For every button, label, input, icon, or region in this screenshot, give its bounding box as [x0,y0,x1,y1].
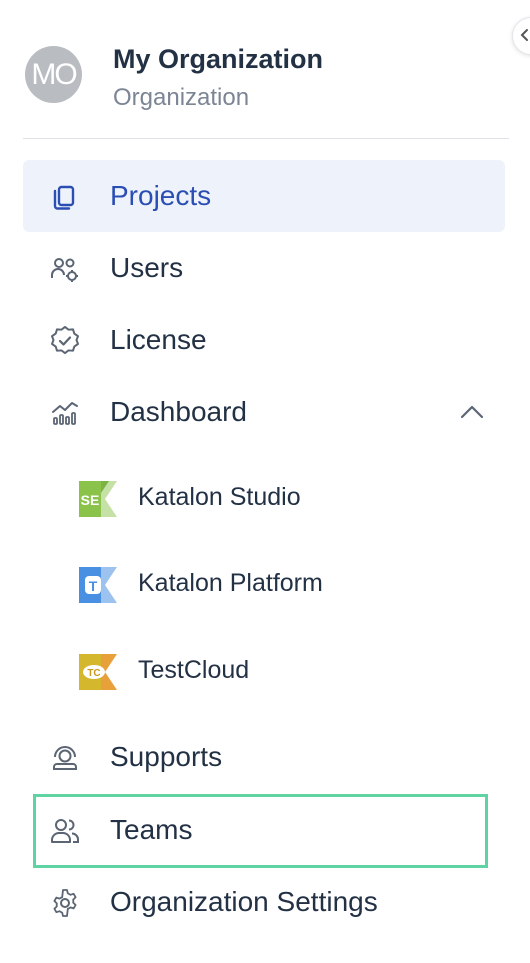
sidebar-item-organization-settings[interactable]: Organization Settings [23,866,505,938]
katalon-platform-logo-icon: T [79,567,117,603]
sidebar-item-label: Organization Settings [110,886,378,917]
sidebar-item-label: Users [110,252,184,283]
chevron-up-icon[interactable] [459,402,485,422]
sidebar-item-supports[interactable]: Supports [23,721,505,793]
sidebar-item-label: Projects [110,180,212,211]
svg-text:T: T [89,578,98,594]
sidebar-item-dashboard[interactable]: Dashboard [23,376,505,448]
sidebar-subitem-katalon-studio[interactable]: SE Katalon Studio [79,469,499,529]
sidebar-item-users[interactable]: Users [23,232,505,304]
sidebar-subitem-label: Katalon Platform [138,569,323,597]
sidebar-item-label: Teams [110,814,193,845]
svg-text:SE: SE [81,492,100,508]
sidebar-item-label: Dashboard [110,396,247,427]
collapse-sidebar-button[interactable] [512,17,530,55]
team-icon [51,819,79,843]
badge-check-icon [51,326,79,355]
katalon-studio-logo-icon: SE [79,481,117,517]
divider [23,138,509,139]
sidebar-subitem-testcloud[interactable]: TC TestCloud [79,642,499,702]
sidebar-subitem-katalon-platform[interactable]: T Katalon Platform [79,555,499,615]
users-icon [51,258,78,282]
sidebar-item-license[interactable]: License [23,304,505,376]
projects-icon [53,185,75,210]
gear-icon [53,889,77,917]
chart-icon [52,402,78,425]
svg-text:TC: TC [87,668,100,679]
chevron-left-icon [520,29,528,41]
org-type: Organization [113,84,250,111]
headset-icon [53,746,77,770]
testcloud-logo-icon: TC [79,654,117,690]
sidebar-subitem-label: TestCloud [138,656,250,684]
org-switcher[interactable]: MO My Organization Organization [25,44,505,114]
sidebar-item-label: License [110,324,207,355]
sidebar-item-teams[interactable]: Teams [23,794,505,866]
avatar: MO [25,46,82,103]
sidebar-subitem-label: Katalon Studio [138,483,301,511]
sidebar-item-projects[interactable]: Projects [23,160,505,232]
org-name: My Organization [113,44,324,74]
sidebar-item-label: Supports [110,741,223,772]
